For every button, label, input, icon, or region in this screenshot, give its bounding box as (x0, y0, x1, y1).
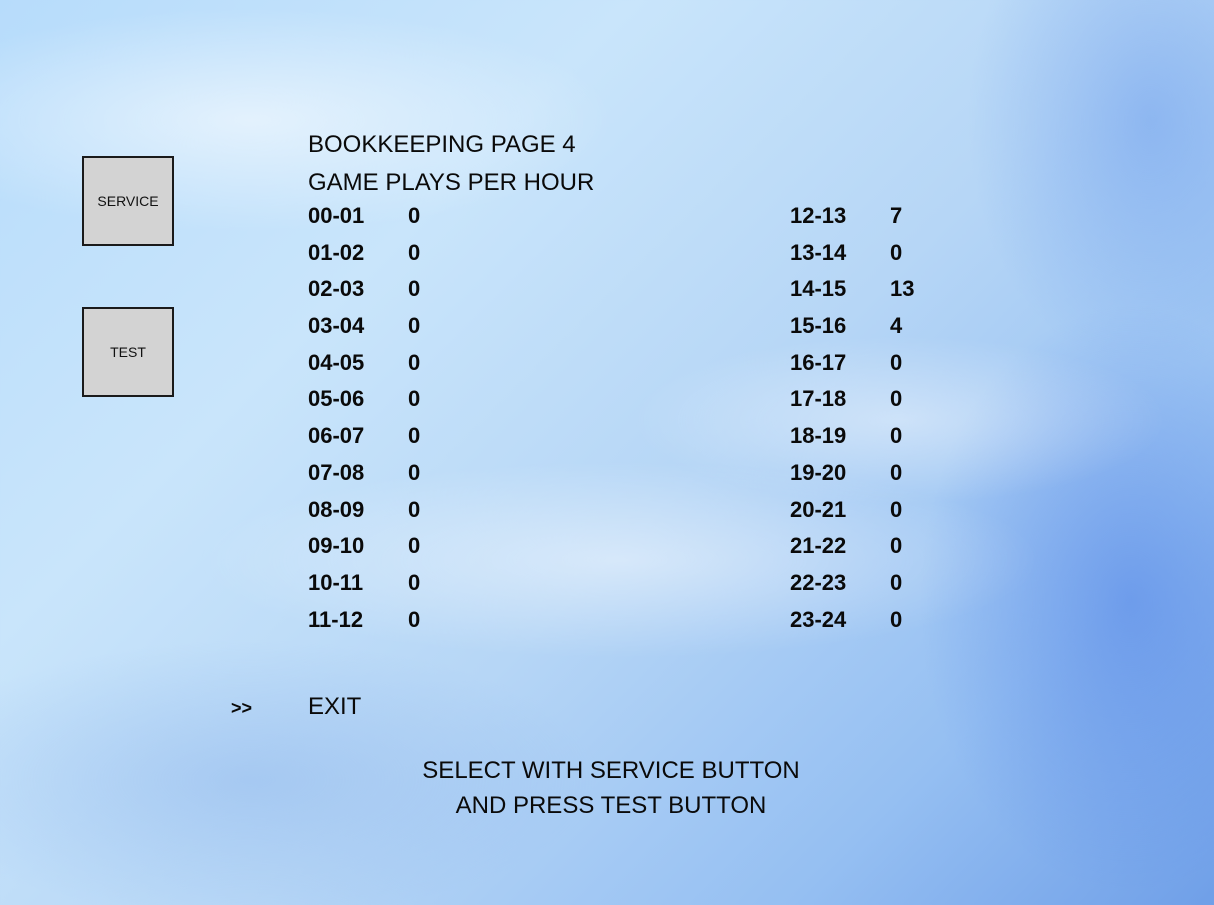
play-count: 0 (408, 203, 421, 228)
play-count: 0 (890, 459, 903, 485)
hour-row: 17-18 0 (790, 383, 914, 420)
hour-row: 15-16 4 (790, 310, 914, 347)
hour-range: 20-21 (790, 496, 847, 522)
play-count: 0 (408, 459, 421, 485)
play-count: 0 (890, 349, 903, 375)
hour-row: 14-15 13 (790, 273, 914, 310)
play-count: 13 (890, 276, 915, 302)
play-count: 0 (890, 569, 903, 595)
test-button[interactable]: TEST (82, 307, 174, 397)
selection-cursor: >> (231, 698, 253, 718)
play-count: 0 (408, 569, 421, 595)
play-count: 0 (408, 423, 421, 449)
hour-row: 16-17 0 (790, 347, 914, 384)
play-count: 0 (890, 496, 903, 522)
hour-row: 01-02 0 (308, 237, 420, 274)
hour-row: 03-04 0 (308, 310, 420, 347)
hour-row: 11-12 0 (308, 604, 420, 641)
exit-menu-item[interactable]: EXIT (308, 693, 361, 721)
hour-range: 11-12 (308, 606, 364, 632)
hour-range: 03-04 (308, 313, 365, 339)
hour-range: 10-11 (308, 569, 364, 595)
hour-row: 09-10 0 (308, 530, 420, 567)
hour-row: 06-07 0 (308, 420, 420, 457)
hour-row: 13-14 0 (790, 237, 914, 274)
hour-range: 02-03 (308, 276, 365, 302)
hour-row: 22-23 0 (790, 567, 914, 604)
hour-range: 05-06 (308, 386, 365, 412)
play-count: 7 (890, 203, 903, 228)
service-button[interactable]: SERVICE (82, 156, 174, 246)
hour-row: 23-24 0 (790, 604, 914, 641)
hour-row: 21-22 0 (790, 530, 914, 567)
hour-range: 13-14 (790, 239, 847, 265)
hour-row: 08-09 0 (308, 494, 420, 531)
play-count: 0 (890, 239, 903, 265)
play-count: 0 (890, 606, 903, 632)
play-count: 0 (890, 423, 903, 449)
play-count: 4 (890, 313, 903, 339)
hour-range: 22-23 (790, 569, 847, 595)
hour-range: 14-15 (790, 276, 847, 302)
hour-range: 09-10 (308, 533, 365, 559)
hour-range: 18-19 (790, 423, 847, 449)
play-count: 0 (408, 533, 421, 559)
hour-range: 06-07 (308, 423, 365, 449)
hour-range: 23-24 (790, 606, 847, 632)
page-title: BOOKKEEPING PAGE 4 (308, 131, 576, 158)
play-count: 0 (408, 239, 421, 265)
hour-row: 18-19 0 (790, 420, 914, 457)
hour-range: 21-22 (790, 533, 847, 559)
hour-row: 20-21 0 (790, 494, 914, 531)
instruction-line-2: AND PRESS TEST BUTTON (455, 792, 767, 819)
hour-range: 04-05 (308, 349, 365, 375)
play-count: 0 (890, 533, 903, 559)
play-count: 0 (408, 496, 421, 522)
hours-list-left: 00-01 0 01-02 0 02-03 0 03-04 0 04-05 0 05-06… (308, 200, 420, 640)
play-count: 0 (408, 606, 421, 632)
play-count: 0 (408, 276, 421, 302)
hour-row: 12-13 7 (790, 200, 914, 237)
test-button-label: TEST (110, 344, 146, 360)
hour-row: 04-05 0 (308, 347, 420, 384)
play-count: 0 (408, 386, 421, 412)
hour-range: 16-17 (790, 349, 847, 375)
hour-range: 08-09 (308, 496, 365, 522)
hour-range: 19-20 (790, 459, 847, 485)
hours-list-right: 12-13 7 13-14 0 14-15 13 15-16 4 16-17 0 17-1… (790, 200, 914, 640)
instruction-line-1: SELECT WITH SERVICE BUTTON (422, 757, 800, 784)
hour-range: 01-02 (308, 239, 365, 265)
play-count: 0 (408, 313, 421, 339)
hour-range: 12-13 (790, 203, 847, 228)
hour-row: 02-03 0 (308, 273, 420, 310)
hour-row: 05-06 0 (308, 383, 420, 420)
play-count: 0 (408, 349, 421, 375)
hour-range: 15-16 (790, 313, 847, 339)
service-button-label: SERVICE (97, 193, 159, 209)
hour-range: 17-18 (790, 386, 847, 412)
hour-row: 10-11 0 (308, 567, 420, 604)
hour-row: 19-20 0 (790, 457, 914, 494)
hour-row: 07-08 0 (308, 457, 420, 494)
hour-row: 00-01 0 (308, 200, 420, 237)
play-count: 0 (890, 386, 903, 412)
hour-range: 00-01 (308, 203, 365, 228)
hour-range: 07-08 (308, 459, 365, 485)
page-subtitle: GAME PLAYS PER HOUR (308, 169, 595, 196)
